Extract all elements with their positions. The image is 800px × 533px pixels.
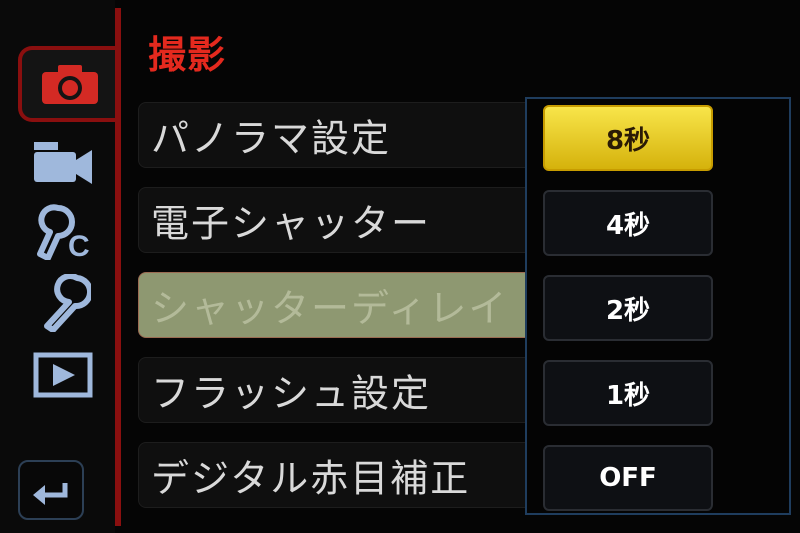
video-camera-icon xyxy=(32,140,94,186)
camera-icon xyxy=(40,62,100,106)
option-off[interactable]: OFF xyxy=(543,445,713,511)
menu-item-label: フラッシュ設定 xyxy=(151,371,432,416)
menu-item-shutter-delay[interactable]: シャッターディレイ xyxy=(138,272,538,338)
menu-item-panorama[interactable]: パノラマ設定 xyxy=(138,102,538,168)
tab-recording[interactable] xyxy=(18,46,118,122)
custom-wrench-icon: C xyxy=(28,202,98,260)
sidebar-divider xyxy=(115,8,121,526)
tab-custom[interactable]: C xyxy=(22,200,104,262)
tab-motion-picture[interactable] xyxy=(22,132,104,194)
menu-item-label: パノラマ設定 xyxy=(151,116,392,161)
menu-tab-sidebar: C xyxy=(0,0,118,533)
option-1-sec[interactable]: 1秒 xyxy=(543,360,713,426)
page-title: 撮影 xyxy=(148,33,227,77)
menu-item-red-eye[interactable]: デジタル赤目補正 xyxy=(138,442,538,508)
wrench-icon xyxy=(35,274,91,332)
option-8-sec[interactable]: 8秒 xyxy=(543,105,713,171)
option-popup: 8秒 4秒 2秒 1秒 OFF xyxy=(525,97,791,515)
option-2-sec[interactable]: 2秒 xyxy=(543,275,713,341)
return-arrow-icon xyxy=(31,475,71,505)
menu-item-label: デジタル赤目補正 xyxy=(151,456,471,501)
back-button[interactable] xyxy=(18,460,84,520)
tab-setup[interactable] xyxy=(22,272,104,334)
menu-item-label: シャッターディレイ xyxy=(151,286,509,331)
menu-item-label: 電子シャッター xyxy=(151,201,432,246)
svg-text:C: C xyxy=(68,230,90,260)
menu-item-flash[interactable]: フラッシュ設定 xyxy=(138,357,538,423)
playback-icon xyxy=(33,352,93,398)
menu-item-electronic-shutter[interactable]: 電子シャッター xyxy=(138,187,538,253)
tab-playback[interactable] xyxy=(22,344,104,406)
option-4-sec[interactable]: 4秒 xyxy=(543,190,713,256)
